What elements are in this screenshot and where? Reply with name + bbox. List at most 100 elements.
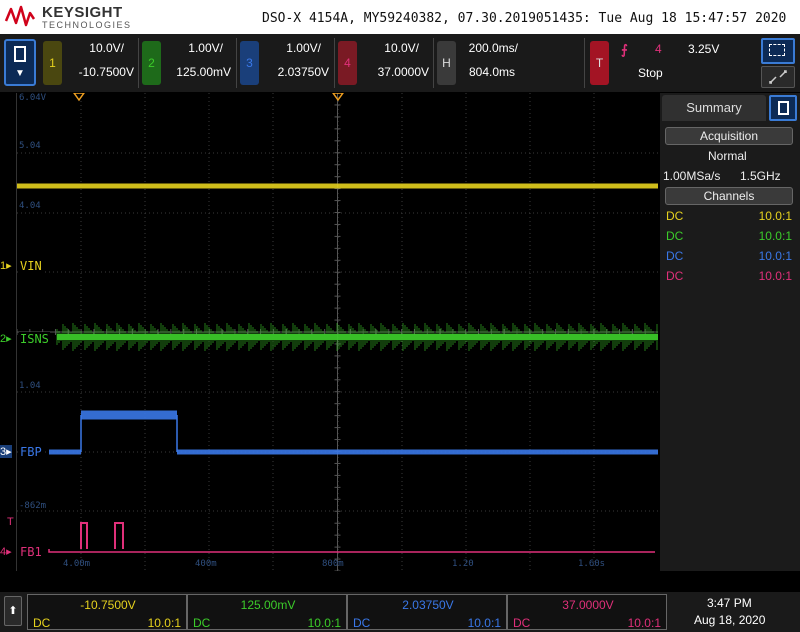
x-axis-label: 1.20 <box>452 559 474 569</box>
probe-ratio: 10.0:1 <box>627 616 661 630</box>
clock-time: 3:47 PM <box>707 596 752 610</box>
side-panel: Summary Acquisition Normal 1.00MSa/s 1.5… <box>660 93 800 571</box>
y-axis-label: 1.04 <box>19 381 41 391</box>
channel-1-info[interactable]: -10.7500V DC 10.0:1 <box>27 594 187 630</box>
coupling: DC <box>353 616 371 630</box>
probe-ratio: 10.0:1 <box>758 229 792 243</box>
selection-box-button[interactable] <box>761 38 795 64</box>
trigger-level[interactable]: 3.25V <box>688 42 719 56</box>
channel-1-scale[interactable]: 10.0V/ <box>66 41 124 55</box>
summary-tab[interactable]: Summary <box>662 95 766 121</box>
channel-2-ground-marker[interactable]: 2▸ <box>0 332 12 345</box>
coupling: DC <box>666 229 684 243</box>
trace-isns-noise <box>56 323 658 351</box>
main-menu-button[interactable]: ▼ <box>4 39 36 86</box>
trace-label-fb1: FB1 <box>19 545 43 559</box>
probe-ratio: 10.0:1 <box>467 616 501 630</box>
document-icon <box>14 46 26 62</box>
probe-ratio: 10.0:1 <box>758 209 792 223</box>
x-axis-label: 1.60s <box>578 559 606 569</box>
channel-3-info[interactable]: 2.03750V DC 10.0:1 <box>347 594 507 630</box>
x-axis-label: 4.00m <box>63 559 91 569</box>
rising-edge-icon: ⨍ <box>621 42 628 57</box>
trace-fb1 <box>48 549 655 553</box>
document-icon <box>778 101 789 115</box>
brand-name: KEYSIGHT <box>42 4 123 21</box>
channels-header[interactable]: Channels <box>665 187 793 205</box>
trace-fbp <box>49 449 81 455</box>
divider <box>138 38 139 88</box>
keysight-wave-icon <box>4 5 36 27</box>
zoom-button[interactable] <box>761 66 795 88</box>
probe-ratio: 10.0:1 <box>307 616 341 630</box>
brand-subtitle: TECHNOLOGIES <box>42 20 132 30</box>
channel-4-scale[interactable]: 10.0V/ <box>361 41 419 55</box>
trigger-tab[interactable]: T <box>590 41 609 85</box>
sample-rate: 1.00MSa/s <box>663 169 721 183</box>
bottom-bar: ⬆ -10.7500V DC 10.0:1 125.00mV DC 10.0:1… <box>0 592 800 632</box>
channel-2-tab[interactable]: 2 <box>142 41 161 85</box>
coupling: DC <box>666 209 684 223</box>
channel-2-scale[interactable]: 1.00V/ <box>165 41 223 55</box>
x-axis-label: 400m <box>195 559 217 569</box>
header-bar: KEYSIGHT TECHNOLOGIES DSO-X 4154A, MY592… <box>0 0 800 34</box>
selection-box-icon <box>769 44 785 56</box>
trace-label-fbp: FBP <box>19 445 43 459</box>
run-state: Stop <box>638 66 663 80</box>
keysight-logo: KEYSIGHT TECHNOLOGIES <box>4 3 134 31</box>
coupling: DC <box>193 616 211 630</box>
menu-toggle-button[interactable] <box>769 95 797 121</box>
waveform-display[interactable]: 6.04V 5.04 4.04 1.04 -862m 4.00m 400m 80… <box>16 93 658 571</box>
probe-ratio: 10.0:1 <box>758 249 792 263</box>
timebase-delay[interactable]: 804.0ms <box>460 65 515 79</box>
channel-3-ground-marker[interactable]: 3▸ <box>0 445 12 458</box>
coupling: DC <box>33 616 51 630</box>
channel-3-tab[interactable]: 3 <box>240 41 259 85</box>
up-arrow-icon[interactable]: ⬆ <box>4 596 22 626</box>
channel-2-offset[interactable]: 125.00mV <box>165 65 231 79</box>
clock-date: Aug 18, 2020 <box>694 613 766 627</box>
instrument-info: DSO-X 4154A, MY59240382, 07.30.201905143… <box>262 11 787 26</box>
channel-1-ground-marker[interactable]: 1▸ <box>0 259 12 272</box>
trace-fbp-edge <box>80 415 178 452</box>
channel-bar: ▼ 1 10.0V/ -10.7500V 2 1.00V/ 125.00mV 3… <box>0 34 800 92</box>
channel-4-offset[interactable]: 37.0000V <box>361 65 429 79</box>
acquisition-mode: Normal <box>708 149 747 163</box>
waveform-traces <box>17 183 658 553</box>
divider <box>433 38 434 88</box>
channel-3-scale[interactable]: 1.00V/ <box>263 41 321 55</box>
zoom-arrows-icon <box>769 70 787 84</box>
channel-2-info[interactable]: 125.00mV DC 10.0:1 <box>187 594 347 630</box>
chevron-down-icon: ▼ <box>15 68 25 79</box>
trace-fbp <box>81 410 177 420</box>
coupling: DC <box>666 249 684 263</box>
bandwidth: 1.5GHz <box>740 169 781 183</box>
channel-4-info[interactable]: 37.0000V DC 10.0:1 <box>507 594 667 630</box>
trace-fbp <box>177 449 658 455</box>
divider <box>584 38 585 88</box>
trace-fb1-pulse <box>80 522 124 549</box>
trigger-level-marker[interactable]: T <box>7 516 14 528</box>
trace-vin <box>17 183 658 189</box>
divider <box>236 38 237 88</box>
y-axis-label: 6.04V <box>19 93 47 103</box>
channel-4-tab[interactable]: 4 <box>338 41 357 85</box>
y-axis-label: 5.04 <box>19 141 41 151</box>
offset: -10.7500V <box>80 598 136 612</box>
channel-4-ground-marker[interactable]: 4▸ <box>0 545 12 558</box>
probe-ratio: 10.0:1 <box>758 269 792 283</box>
acquisition-header[interactable]: Acquisition <box>665 127 793 145</box>
offset: 125.00mV <box>240 598 296 612</box>
trace-label-isns: ISNS <box>19 332 50 346</box>
trigger-source: 4 <box>655 42 662 56</box>
x-axis-label: 800m <box>322 559 344 569</box>
coupling: DC <box>513 616 531 630</box>
channel-1-tab[interactable]: 1 <box>43 41 62 85</box>
channel-1-offset[interactable]: -10.7500V <box>66 65 134 79</box>
timebase-scale[interactable]: 200.0ms/ <box>460 41 518 55</box>
horizontal-tab[interactable]: H <box>437 41 456 85</box>
coupling: DC <box>666 269 684 283</box>
offset: 37.0000V <box>562 598 614 612</box>
channel-3-offset[interactable]: 2.03750V <box>263 65 329 79</box>
offset: 2.03750V <box>402 598 454 612</box>
